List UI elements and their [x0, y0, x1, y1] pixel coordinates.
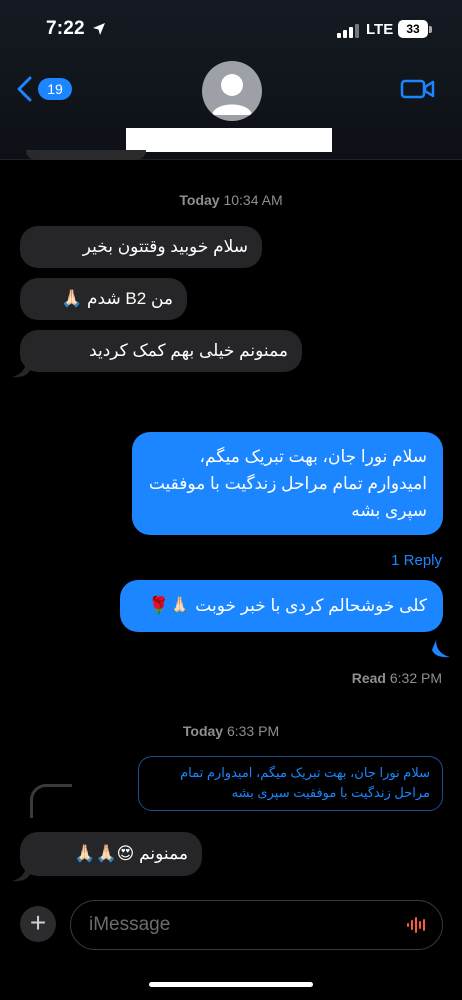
network-type: LTE [366, 21, 394, 38]
message-bubble-incoming[interactable]: ممنونم 😍🙏🏻🙏🏻 [20, 832, 202, 876]
home-indicator [149, 982, 313, 987]
person-icon [212, 74, 252, 115]
status-bar: 7:22 LTE 33 [0, 0, 462, 58]
message-input-placeholder: iMessage [89, 914, 171, 935]
message-bubble-incoming[interactable]: سلام خوبید وقتتون بخیر [20, 226, 262, 268]
apps-button[interactable]: + [20, 906, 56, 942]
quoted-message[interactable]: سلام نورا جان، بهت تبریک میگم، امیدوارم … [138, 756, 443, 811]
waveform-icon[interactable] [406, 916, 428, 934]
message-input[interactable]: iMessage [70, 900, 443, 950]
unread-count-badge: 19 [38, 78, 72, 100]
timestamp-divider: Today 10:34 AM [0, 192, 462, 208]
read-time: 6:32 PM [389, 670, 442, 686]
timestamp-divider: Today 6:33 PM [0, 723, 462, 739]
message-bubble-incoming[interactable]: من B2 شدم 🙏🏻 [20, 278, 187, 320]
signal-icon [337, 24, 361, 38]
read-receipt: Read 6:32 PM [352, 670, 442, 686]
message-bubble-outgoing[interactable]: سلام نورا جان، بهت تبریک میگم، امیدوارم … [132, 432, 443, 535]
reply-connector-line [30, 784, 72, 818]
bubble-tail [432, 640, 450, 658]
previous-bubble-edge [26, 150, 146, 160]
message-bubble-incoming[interactable]: ممنونم خیلی بهم کمک کردید [20, 330, 302, 372]
battery-icon: 33 [398, 20, 428, 38]
status-time: 7:22 [46, 18, 85, 39]
location-arrow-icon [93, 23, 105, 35]
read-label: Read [351, 670, 386, 686]
bubble-tail [12, 864, 30, 882]
timestamp-time: 10:34 AM [223, 192, 283, 208]
plus-icon: + [29, 907, 47, 938]
thread-reply-link[interactable]: 1 Reply [391, 552, 442, 569]
bubble-tail [12, 360, 30, 378]
contact-name-redacted[interactable] [126, 128, 332, 152]
battery-tip [429, 26, 432, 33]
video-camera-icon[interactable] [400, 76, 436, 102]
timestamp-time: 6:33 PM [226, 723, 280, 739]
timestamp-day: Today [182, 723, 224, 739]
contact-avatar[interactable] [202, 61, 262, 121]
back-button[interactable]: 19 [16, 74, 80, 104]
chevron-left-icon [17, 76, 32, 102]
timestamp-day: Today [179, 192, 220, 208]
message-bubble-outgoing[interactable]: کلی خوشحالم کردی با خبر خوبت 🙏🏻🌹 [120, 580, 443, 632]
